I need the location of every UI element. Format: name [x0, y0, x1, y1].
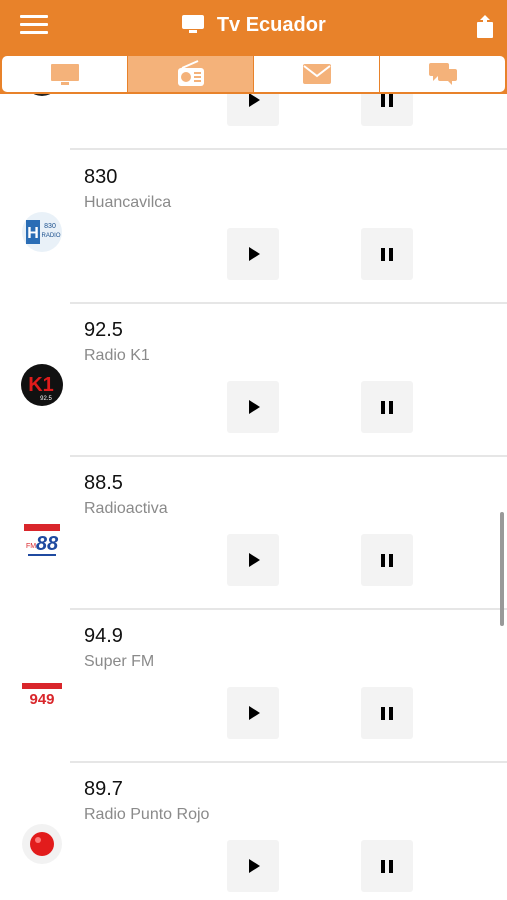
radio-k1-logo: K1 92.5: [21, 364, 63, 406]
station-frequency: 92.5: [84, 319, 123, 341]
tv-icon: [182, 15, 205, 33]
play-button[interactable]: [227, 228, 279, 280]
pause-button[interactable]: [361, 94, 413, 126]
pause-button[interactable]: [361, 228, 413, 280]
svg-text:830: 830: [44, 223, 56, 230]
pause-button[interactable]: [361, 687, 413, 739]
svg-text:92.5: 92.5: [40, 396, 52, 402]
svg-text:H: H: [27, 225, 39, 242]
tab-chat[interactable]: [380, 56, 505, 92]
station-row: 89.7 Radio Punto Rojo: [0, 764, 507, 900]
station-frequency: 89.7: [84, 778, 123, 800]
svg-text:K1: K1: [28, 374, 54, 396]
radio-icon: [177, 60, 204, 86]
station-row: [0, 94, 507, 150]
play-icon: [249, 400, 260, 414]
punto-rojo-logo: [22, 824, 62, 864]
station-name: Radioactiva: [84, 500, 168, 517]
pause-icon: [381, 706, 393, 720]
svg-text:RADIO: RADIO: [41, 233, 60, 239]
play-icon: [249, 706, 260, 720]
pause-button[interactable]: [361, 534, 413, 586]
station-row: K1 92.5 92.5 Radio K1: [0, 305, 507, 457]
pause-icon: [381, 94, 393, 107]
play-icon: [249, 553, 260, 567]
pause-icon: [381, 553, 393, 567]
play-button[interactable]: [227, 94, 279, 126]
app-title: Tv Ecuador: [216, 14, 326, 36]
station-row: H 830 RADIO 830 Huancavilca: [0, 152, 507, 304]
app-title-wrap: Tv Ecuador: [0, 14, 507, 37]
station-frequency: 94.9: [84, 625, 123, 647]
station-frequency: 830: [84, 166, 118, 188]
mail-icon: [302, 64, 331, 84]
pause-icon: [381, 400, 393, 414]
play-button[interactable]: [227, 840, 279, 892]
play-icon: [249, 94, 260, 107]
row-divider: [70, 761, 507, 763]
play-icon: [249, 859, 260, 873]
pause-button[interactable]: [361, 840, 413, 892]
row-divider: [70, 608, 507, 610]
row-divider: [70, 148, 507, 150]
svg-text:88: 88: [36, 533, 59, 555]
svg-text:FM: FM: [26, 543, 36, 550]
play-icon: [249, 247, 260, 261]
chat-icon: [428, 63, 457, 85]
row-divider: [70, 455, 507, 457]
station-row: FM 88 88.5 Radioactiva: [0, 458, 507, 610]
station-name: Super FM: [84, 653, 155, 670]
station-frequency: 88.5: [84, 472, 123, 494]
app-header: Tv Ecuador: [0, 0, 507, 54]
station-row: 949 94.9 Super FM: [0, 611, 507, 763]
tab-radio[interactable]: [128, 56, 254, 92]
tab-tv[interactable]: [2, 56, 128, 92]
radioactiva-logo: FM 88: [24, 524, 60, 556]
pause-icon: [381, 247, 393, 261]
pause-icon: [381, 859, 393, 873]
super-fm-logo: 949: [22, 683, 62, 708]
scrollbar[interactable]: [500, 512, 504, 626]
play-button[interactable]: [227, 534, 279, 586]
station-name: Huancavilca: [84, 194, 172, 211]
partial-logo: [33, 94, 51, 96]
play-button[interactable]: [227, 687, 279, 739]
pause-button[interactable]: [361, 381, 413, 433]
row-divider: [70, 302, 507, 304]
tab-bar: [0, 54, 507, 94]
tab-mail[interactable]: [254, 56, 380, 92]
station-list[interactable]: H 830 RADIO 830 Huancavilca K1 92.5 92.5…: [0, 94, 507, 900]
svg-text:949: 949: [29, 691, 54, 708]
tv-icon: [50, 64, 79, 85]
station-name: Radio K1: [84, 347, 150, 364]
station-name: Radio Punto Rojo: [84, 806, 210, 823]
huancavilca-logo: H 830 RADIO: [22, 212, 62, 252]
share-icon[interactable]: [475, 13, 495, 39]
play-button[interactable]: [227, 381, 279, 433]
